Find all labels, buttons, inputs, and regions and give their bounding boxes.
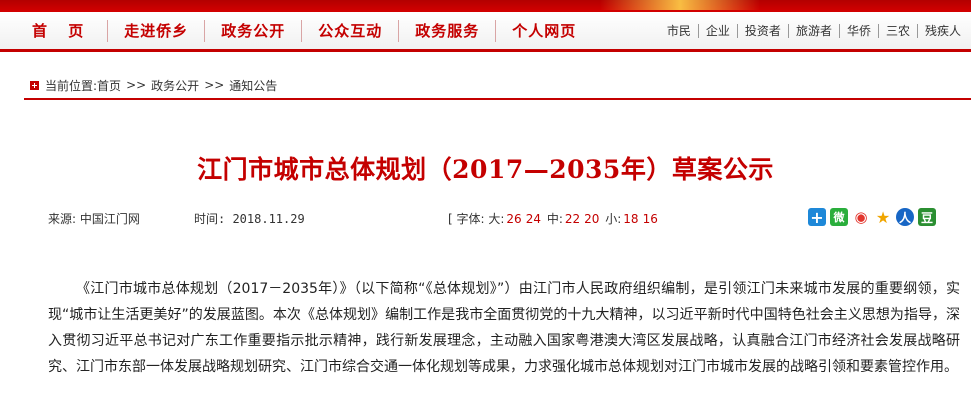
article-source: 来源: 中国江门网 bbox=[48, 212, 140, 226]
nav-citizens[interactable]: 市民 bbox=[660, 23, 699, 38]
wechat-icon[interactable]: 微 bbox=[830, 208, 848, 226]
nav-overseas-chinese[interactable]: 华侨 bbox=[840, 23, 879, 38]
font-big-label: 大: bbox=[488, 212, 505, 226]
primary-nav: 首 页 走进侨乡 政务公开 公众互动 政务服务 个人网页 bbox=[8, 12, 592, 49]
nav-tourists[interactable]: 旅游者 bbox=[789, 23, 840, 38]
article-time: 时间: 2018.11.29 bbox=[194, 212, 305, 226]
font-size-selector: [ 字体: 大: 26 24 中: 22 20 小: 18 16 bbox=[448, 210, 660, 227]
nav-public-interaction[interactable]: 公众互动 bbox=[302, 19, 400, 42]
nav-government-affairs[interactable]: 政务公开 bbox=[205, 19, 303, 42]
share-bar: + 微 ◉ ★ 人 豆 bbox=[808, 208, 936, 227]
location-icon bbox=[30, 80, 39, 90]
douban-icon[interactable]: 豆 bbox=[918, 208, 936, 226]
font-size-26[interactable]: 26 bbox=[506, 212, 521, 226]
renren-icon[interactable]: 人 bbox=[896, 208, 914, 226]
font-size-20[interactable]: 20 bbox=[584, 212, 599, 226]
nav-disabled[interactable]: 残疾人 bbox=[918, 24, 965, 38]
font-size-16[interactable]: 16 bbox=[643, 212, 658, 226]
main-navigation: 首 页 走进侨乡 政务公开 公众互动 政务服务 个人网页 市民 企业 投资者 旅… bbox=[0, 12, 971, 52]
breadcrumb: 当前位置: 首页 >> 政务公开 >> 通知公告 bbox=[24, 76, 971, 100]
plus-icon[interactable]: + bbox=[808, 208, 826, 227]
star-icon[interactable]: ★ bbox=[874, 208, 892, 227]
breadcrumb-separator: >> bbox=[126, 78, 147, 92]
nav-investors[interactable]: 投资者 bbox=[738, 23, 789, 38]
nav-government-services[interactable]: 政务服务 bbox=[399, 19, 497, 42]
weibo-icon[interactable]: ◉ bbox=[852, 208, 870, 226]
font-mid-label: 中: bbox=[546, 212, 563, 226]
top-banner bbox=[0, 0, 971, 12]
nav-enterprises[interactable]: 企业 bbox=[699, 23, 738, 38]
breadcrumb-notices[interactable]: 通知公告 bbox=[229, 77, 277, 94]
breadcrumb-separator: >> bbox=[204, 78, 225, 92]
breadcrumb-home[interactable]: 首页 bbox=[97, 77, 121, 94]
nav-rural[interactable]: 三农 bbox=[879, 23, 918, 38]
font-size-22[interactable]: 22 bbox=[565, 212, 580, 226]
font-size-18[interactable]: 18 bbox=[623, 212, 638, 226]
font-size-24[interactable]: 24 bbox=[526, 212, 541, 226]
nav-home[interactable]: 首 页 bbox=[8, 19, 109, 42]
audience-nav: 市民 企业 投资者 旅游者 华侨 三农 残疾人 bbox=[660, 12, 965, 49]
font-size-label: [ 字体: bbox=[448, 212, 485, 226]
article-body: 《江门市城市总体规划（2017－2035年）》（以下简称“《总体规划》”）由江门… bbox=[48, 281, 960, 375]
breadcrumb-government-affairs[interactable]: 政务公开 bbox=[151, 77, 199, 94]
article-title: 江门市城市总体规划（2017—2035年）草案公示 bbox=[197, 155, 774, 184]
font-small-label: 小: bbox=[605, 212, 622, 226]
nav-explore-hometown[interactable]: 走进侨乡 bbox=[108, 19, 206, 42]
breadcrumb-label: 当前位置: bbox=[45, 78, 98, 93]
banner-glow bbox=[600, 0, 760, 10]
nav-personal-page[interactable]: 个人网页 bbox=[496, 20, 592, 42]
